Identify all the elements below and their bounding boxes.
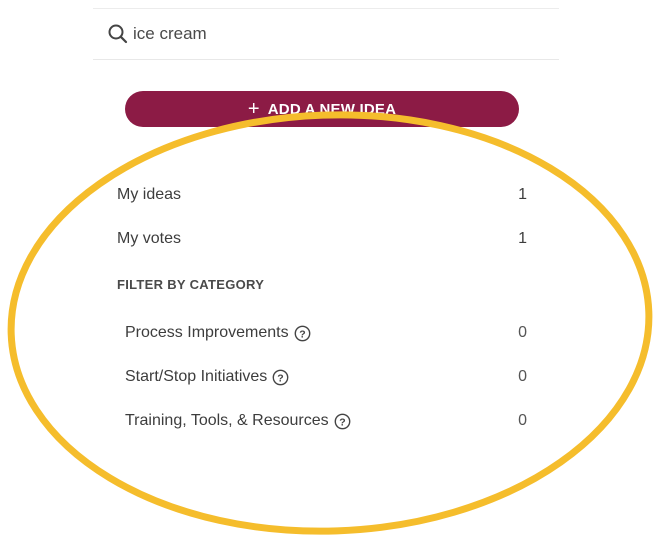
my-ideas-item[interactable]: My ideas 1 bbox=[117, 182, 527, 208]
svg-text:?: ? bbox=[299, 328, 305, 340]
category-item-process-improvements[interactable]: Process Improvements ? 0 bbox=[125, 320, 527, 346]
svg-text:?: ? bbox=[278, 372, 284, 384]
category-label: Training, Tools, & Resources bbox=[125, 412, 329, 429]
search-input[interactable] bbox=[133, 24, 513, 44]
my-votes-item[interactable]: My votes 1 bbox=[117, 226, 527, 252]
category-count: 0 bbox=[518, 368, 527, 385]
help-icon[interactable]: ? bbox=[294, 325, 311, 342]
my-votes-label: My votes bbox=[117, 230, 182, 247]
search-icon bbox=[107, 23, 129, 45]
category-item-training-tools-resources[interactable]: Training, Tools, & Resources ? 0 bbox=[125, 408, 527, 434]
category-label: Start/Stop Initiatives bbox=[125, 368, 268, 385]
my-ideas-label: My ideas bbox=[117, 186, 182, 203]
highlight-ellipse-annotation bbox=[7, 111, 653, 535]
help-icon[interactable]: ? bbox=[334, 413, 351, 430]
plus-icon: + bbox=[247, 98, 260, 120]
category-count: 0 bbox=[518, 412, 527, 429]
category-count: 0 bbox=[518, 324, 527, 341]
help-icon[interactable]: ? bbox=[272, 369, 289, 386]
my-votes-count: 1 bbox=[518, 230, 527, 247]
search-bar[interactable] bbox=[93, 9, 559, 60]
my-ideas-count: 1 bbox=[518, 186, 527, 203]
add-new-idea-label: ADD A NEW IDEA bbox=[267, 100, 397, 118]
category-item-start-stop-initiatives[interactable]: Start/Stop Initiatives ? 0 bbox=[125, 364, 527, 390]
svg-text:?: ? bbox=[339, 416, 345, 428]
add-new-idea-button[interactable]: + ADD A NEW IDEA bbox=[125, 91, 519, 127]
filter-by-category-heading: FILTER BY CATEGORY bbox=[117, 277, 265, 292]
category-label: Process Improvements bbox=[125, 324, 289, 341]
